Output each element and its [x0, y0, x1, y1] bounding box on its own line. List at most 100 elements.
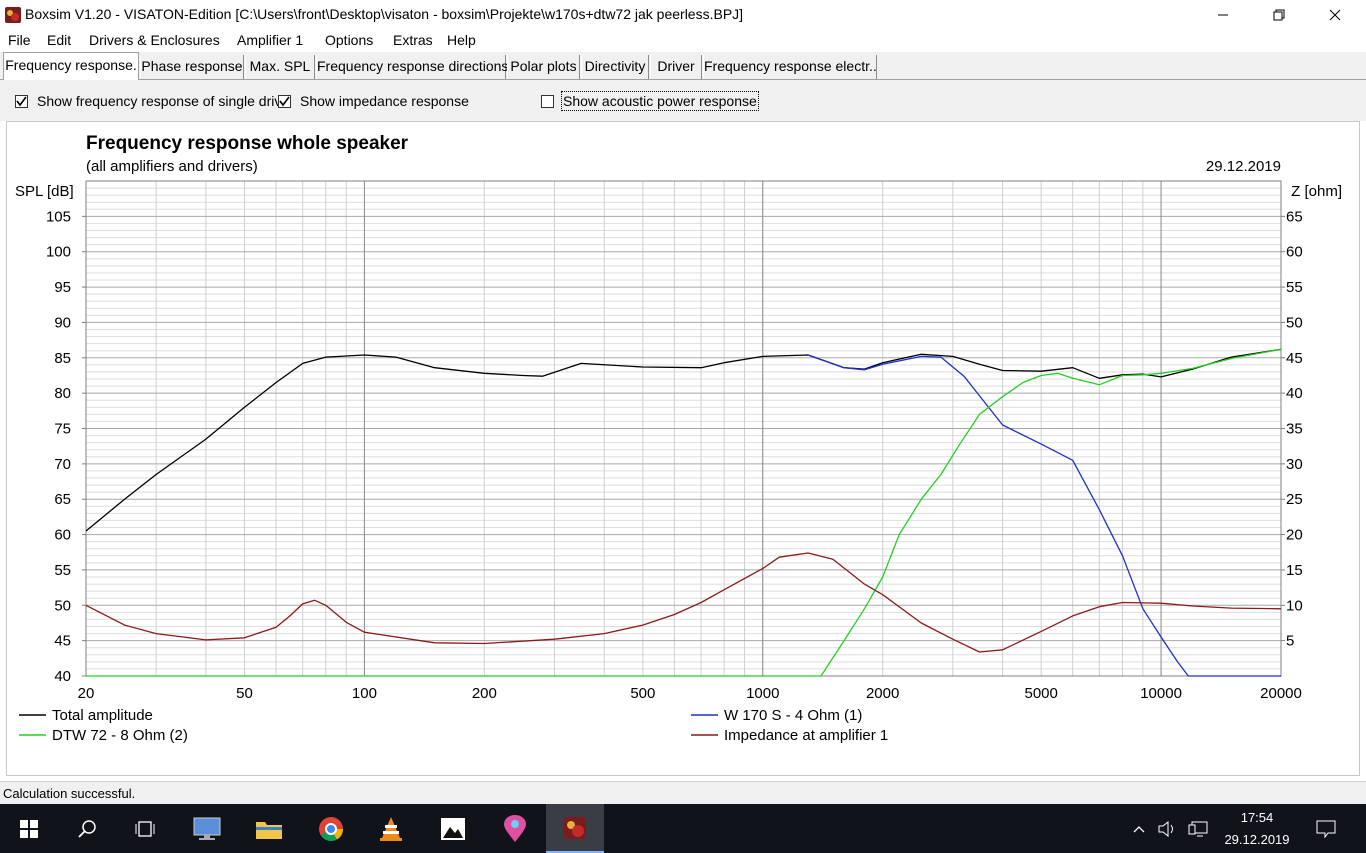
- maps-app[interactable]: [486, 804, 544, 853]
- network-button[interactable]: [1184, 804, 1212, 853]
- y2-tick-label: 40: [1286, 385, 1303, 402]
- monitor-icon: [193, 817, 221, 840]
- y2-axis-label: Z [ohm]: [1291, 183, 1342, 200]
- menu-help[interactable]: Help: [447, 31, 476, 49]
- clock-date[interactable]: 29.12.2019: [1212, 832, 1302, 847]
- y2-tick-label: 45: [1286, 350, 1303, 367]
- impedance-checkbox[interactable]: [278, 95, 291, 108]
- maximize-button[interactable]: [1256, 0, 1302, 30]
- vlc-app[interactable]: [362, 804, 420, 853]
- tab-driver[interactable]: Driver: [650, 55, 702, 79]
- series-line-0: [85, 348, 1282, 532]
- notification-icon: [1316, 820, 1336, 838]
- frequency-response-chart: Frequency response whole speaker (all amp…: [15, 133, 1342, 744]
- y-tick-label: 95: [54, 279, 71, 296]
- minimize-button[interactable]: [1200, 0, 1246, 30]
- tab-frequency-response-directions[interactable]: Frequency response directions: [316, 55, 508, 79]
- chart-title: Frequency response whole speaker: [86, 133, 409, 154]
- image-icon: [441, 817, 465, 840]
- tab-frequency-response[interactable]: Frequency response.: [3, 52, 139, 80]
- network-icon: [1188, 821, 1208, 836]
- chart-area: Frequency response whole speaker (all amp…: [6, 121, 1360, 776]
- x-tick-label: 20000: [1260, 685, 1302, 702]
- single-drive-checkbox[interactable]: [15, 95, 28, 108]
- y-tick-label: 50: [54, 597, 71, 614]
- y-tick-label: 45: [54, 633, 71, 650]
- file-explorer-app[interactable]: [240, 804, 298, 853]
- y2-tick-label: 65: [1286, 208, 1303, 225]
- menu-extras[interactable]: Extras: [393, 31, 433, 49]
- search-button[interactable]: [58, 804, 116, 853]
- boxsim-window: Boxsim V1.20 - VISATON-Edition [C:\Users…: [0, 0, 1366, 853]
- x-tick-label: 50: [236, 685, 253, 702]
- y-tick-label: 90: [54, 314, 71, 331]
- legend-label: W 170 S - 4 Ohm (1): [724, 707, 862, 724]
- y-tick-label: 80: [54, 385, 71, 402]
- x-tick-label: 1000: [746, 685, 779, 702]
- vlc-cone-icon: [380, 816, 402, 841]
- title-bar: Boxsim V1.20 - VISATON-Edition [C:\Users…: [0, 0, 1366, 30]
- x-tick-label: 500: [630, 685, 655, 702]
- status-bar: Calculation successful.: [0, 781, 1366, 804]
- folder-icon: [256, 821, 282, 839]
- y2-tick-label: 15: [1286, 562, 1303, 579]
- boxsim-app-icon: [5, 7, 21, 23]
- x-tick-label: 2000: [866, 685, 899, 702]
- windows-taskbar: 17:54 29.12.2019: [0, 804, 1366, 853]
- tab-frequency-response-electrical[interactable]: Frequency response electr..: [703, 55, 877, 79]
- remote-desktop-app[interactable]: [178, 804, 236, 853]
- menu-drivers-enclosures[interactable]: Drivers & Enclosures: [89, 31, 220, 49]
- acoustic-power-label[interactable]: Show acoustic power response: [561, 91, 759, 111]
- y2-tick-label: 10: [1286, 597, 1303, 614]
- task-view-icon: [135, 820, 155, 837]
- menu-file[interactable]: File: [8, 31, 31, 49]
- chrome-app[interactable]: [302, 804, 360, 853]
- y-tick-label: 100: [46, 244, 71, 261]
- single-drive-label[interactable]: Show frequency response of single drive: [37, 93, 289, 109]
- legend-label: Impedance at amplifier 1: [724, 727, 888, 744]
- chrome-icon: [319, 816, 343, 841]
- y-axis-label: SPL [dB]: [15, 183, 74, 200]
- impedance-label[interactable]: Show impedance response: [300, 93, 469, 109]
- boxsim-taskbar-app[interactable]: [546, 804, 604, 853]
- windows-logo-icon: [20, 819, 38, 838]
- clock-time[interactable]: 17:54: [1212, 810, 1302, 825]
- boxsim-icon: [564, 816, 586, 839]
- y-tick-label: 75: [54, 421, 71, 438]
- y-tick-label: 55: [54, 562, 71, 579]
- menu-options[interactable]: Options: [325, 31, 373, 49]
- x-tick-label: 100: [352, 685, 377, 702]
- tab-phase-response[interactable]: Phase response: [140, 55, 244, 79]
- chart-subtitle: (all amplifiers and drivers): [86, 158, 258, 175]
- tab-max-spl[interactable]: Max. SPL: [245, 55, 315, 79]
- x-tick-label: 200: [472, 685, 497, 702]
- x-tick-label: 20: [78, 685, 95, 702]
- tab-strip: Frequency response. Phase response Max. …: [0, 52, 1366, 80]
- y-tick-label: 60: [54, 527, 71, 544]
- y2-tick-label: 30: [1286, 456, 1303, 473]
- legend-label: DTW 72 - 8 Ohm (2): [52, 727, 188, 744]
- checkmark-icon: [16, 96, 27, 107]
- y2-tick-label: 55: [1286, 279, 1303, 296]
- y2-tick-label: 20: [1286, 527, 1303, 544]
- y2-tick-label: 50: [1286, 314, 1303, 331]
- photos-app[interactable]: [424, 804, 482, 853]
- y-tick-label: 65: [54, 491, 71, 508]
- menu-edit[interactable]: Edit: [47, 31, 71, 49]
- volume-button[interactable]: [1154, 804, 1182, 853]
- show-hidden-icons-button[interactable]: [1124, 804, 1154, 853]
- notifications-button[interactable]: [1306, 804, 1346, 853]
- tab-directivity[interactable]: Directivity: [581, 55, 649, 79]
- close-button[interactable]: [1312, 0, 1358, 30]
- y2-tick-label: 25: [1286, 491, 1303, 508]
- checkmark-icon: [279, 96, 290, 107]
- menu-amplifier-1[interactable]: Amplifier 1: [237, 31, 303, 49]
- legend-label: Total amplitude: [52, 707, 153, 724]
- tab-polar-plots[interactable]: Polar plots: [507, 55, 580, 79]
- y2-tick-label: 35: [1286, 421, 1303, 438]
- task-view-button[interactable]: [116, 804, 174, 853]
- start-button[interactable]: [0, 804, 58, 853]
- acoustic-power-checkbox[interactable]: [541, 95, 554, 108]
- series-line-3: [85, 552, 1282, 653]
- x-tick-label: 5000: [1024, 685, 1057, 702]
